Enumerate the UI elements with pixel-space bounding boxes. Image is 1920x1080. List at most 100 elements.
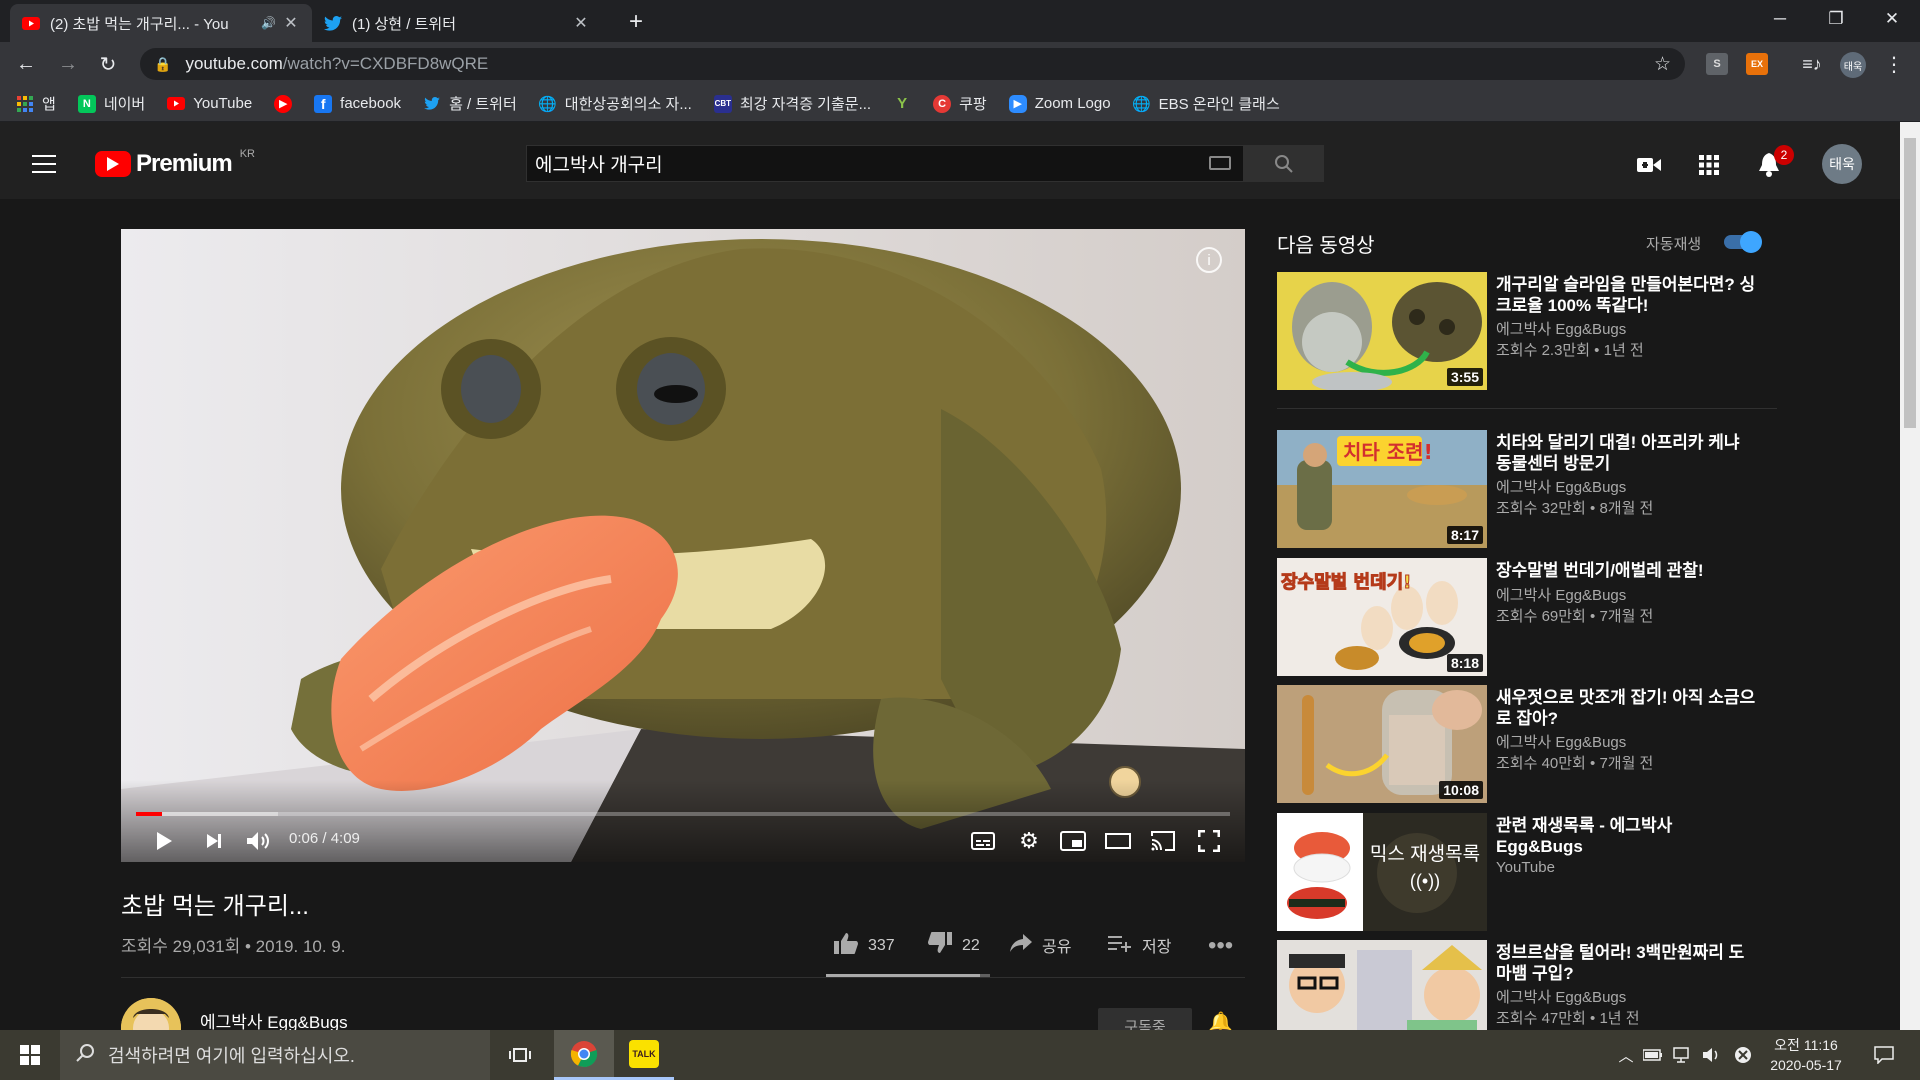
search-button[interactable] — [1244, 145, 1324, 182]
recommendation-channel[interactable]: 에그박사 Egg&Bugs — [1496, 986, 1626, 1007]
subscribe-button[interactable]: 구독중 — [1098, 1008, 1192, 1036]
autoplay-toggle[interactable] — [1724, 231, 1762, 253]
progress-bar[interactable] — [136, 812, 1230, 816]
dislike-button[interactable]: 22 — [928, 932, 980, 960]
fullscreen-icon[interactable] — [1192, 823, 1226, 859]
more-actions-icon[interactable]: ••• — [1208, 932, 1233, 960]
recommendation-title[interactable]: 관련 재생목록 - 에그박사 Egg&Bugs — [1496, 815, 1756, 857]
recommendation-title[interactable]: 개구리알 슬라임을 만들어본다면? 싱크로율 100% 똑같다! — [1496, 274, 1756, 316]
bookmark-apps[interactable]: 앱 — [16, 93, 56, 114]
miniplayer-icon[interactable] — [1056, 823, 1090, 859]
recommendation-title[interactable]: 장수말벌 번데기/애벌레 관찰! — [1496, 560, 1756, 581]
bookmark-ebs[interactable]: 🌐 EBS 온라인 클래스 — [1132, 93, 1280, 114]
create-video-icon[interactable] — [1634, 150, 1664, 180]
recommendation-title[interactable]: 치타와 달리기 대결! 아프리카 케냐 동물센터 방문기 — [1496, 432, 1756, 474]
account-avatar[interactable]: 태욱 — [1822, 144, 1862, 184]
channel-bell-icon[interactable]: 🔔 — [1208, 1010, 1238, 1030]
reload-icon[interactable]: ↻ — [92, 48, 124, 80]
save-button[interactable]: 저장 — [1108, 932, 1171, 958]
bookmark-youtube[interactable]: YouTube — [167, 95, 252, 113]
tab-close-icon[interactable]: ✕ — [572, 13, 590, 33]
bookmark-twitter[interactable]: 홈 / 트위터 — [423, 93, 517, 114]
video-thumbnail[interactable] — [1277, 940, 1487, 1030]
network-icon[interactable] — [1670, 1030, 1696, 1080]
bookmark-red-circle[interactable]: ▶ — [274, 94, 293, 113]
recommendation-item[interactable]: 정브르샵을 털어라! 3백만원짜리 도마뱀 구입? 에그박사 Egg&Bugs … — [1277, 940, 1777, 1030]
extension-s-icon[interactable]: S — [1706, 53, 1728, 75]
maximize-icon[interactable]: ❐ — [1808, 0, 1864, 38]
video-thumbnail[interactable]: 3:55 — [1277, 272, 1487, 390]
recommendation-item[interactable]: 장수말벌 번데기! 8:18 장수말벌 번데기/애벌레 관찰! 에그박사 Egg… — [1277, 558, 1777, 678]
theater-mode-icon[interactable] — [1101, 823, 1135, 859]
bookmark-cbt[interactable]: CBT 최강 자격증 기출문... — [713, 93, 871, 114]
mix-playlist-thumbnail[interactable]: 믹스 재생목록 ((•)) — [1277, 813, 1487, 931]
recommendation-channel[interactable]: 에그박사 Egg&Bugs — [1496, 731, 1626, 752]
extension-ex-icon[interactable]: EX — [1746, 53, 1768, 75]
action-center-icon[interactable] — [1864, 1030, 1904, 1080]
info-icon[interactable]: i — [1196, 247, 1222, 273]
apps-grid-icon[interactable] — [1694, 150, 1724, 180]
video-thumbnail[interactable]: 장수말벌 번데기! 8:18 — [1277, 558, 1487, 676]
recommendation-item[interactable]: 치타 조련! 8:17 치타와 달리기 대결! 아프리카 케냐 동물센터 방문기… — [1277, 430, 1777, 550]
task-view-icon[interactable] — [490, 1030, 550, 1080]
back-arrow-icon[interactable]: ← — [10, 48, 42, 80]
tray-overflow-chevron-icon[interactable]: ︿ — [1614, 1030, 1638, 1080]
forward-arrow-icon[interactable]: → — [52, 48, 84, 80]
bookmark-korcham[interactable]: 🌐 대한상공회의소 자... — [538, 93, 691, 114]
scrollbar-thumb[interactable] — [1904, 138, 1916, 428]
bookmark-facebook[interactable]: f facebook — [314, 94, 401, 113]
subtitles-icon[interactable] — [966, 823, 1000, 859]
like-button[interactable]: 337 — [834, 932, 895, 960]
chrome-menu-icon[interactable]: ⋮ — [1878, 48, 1910, 80]
recommendation-channel[interactable]: 에그박사 Egg&Bugs — [1496, 318, 1626, 339]
bookmark-zoom[interactable]: ▶ Zoom Logo — [1008, 94, 1111, 113]
recommendation-item[interactable]: 10:08 새우젓으로 맛조개 잡기! 아직 소금으로 잡아? 에그박사 Egg… — [1277, 685, 1777, 805]
recommendation-channel[interactable]: YouTube — [1496, 859, 1555, 876]
hamburger-menu-icon[interactable] — [32, 155, 56, 173]
next-video-icon[interactable] — [198, 823, 230, 859]
bookmark-naver[interactable]: N 네이버 — [77, 93, 145, 114]
recommendation-channel[interactable]: 에그박사 Egg&Bugs — [1496, 476, 1626, 497]
bookmark-coupang[interactable]: C 쿠팡 — [933, 93, 987, 114]
keyboard-icon[interactable] — [1209, 156, 1231, 170]
cast-icon[interactable] — [1146, 823, 1180, 859]
up-next-heading: 다음 동영상 — [1277, 235, 1375, 257]
recommendation-title[interactable]: 정브르샵을 털어라! 3백만원짜리 도마뱀 구입? — [1496, 942, 1756, 984]
tab-youtube[interactable]: (2) 초밥 먹는 개구리... - You 🔊 ✕ — [10, 4, 312, 42]
channel-avatar[interactable] — [121, 998, 181, 1030]
share-button[interactable]: 공유 — [1010, 932, 1071, 958]
kakaotalk-taskbar-icon[interactable]: TALK — [614, 1030, 674, 1080]
settings-gear-icon[interactable]: ⚙ — [1012, 823, 1046, 859]
recommendation-title[interactable]: 새우젓으로 맛조개 잡기! 아직 소금으로 잡아? — [1496, 687, 1756, 729]
system-clock[interactable]: 오전 11:16 2020-05-17 — [1760, 1035, 1852, 1075]
media-control-icon[interactable]: ≡♪ — [1796, 48, 1828, 80]
profile-avatar[interactable]: 태욱 — [1840, 52, 1866, 78]
notification-off-icon[interactable] — [1730, 1030, 1756, 1080]
volume-icon[interactable] — [243, 823, 275, 859]
audio-playing-icon[interactable]: 🔊 — [261, 16, 276, 30]
volume-tray-icon[interactable] — [1700, 1030, 1726, 1080]
new-tab-icon[interactable]: + — [620, 6, 652, 38]
close-window-icon[interactable]: ✕ — [1864, 0, 1920, 38]
video-thumbnail[interactable]: 치타 조련! 8:17 — [1277, 430, 1487, 548]
tab-close-icon[interactable]: ✕ — [282, 13, 300, 33]
battery-icon[interactable] — [1640, 1030, 1666, 1080]
bookmark-star-icon[interactable]: ☆ — [1654, 53, 1671, 76]
bookmark-y[interactable]: Y — [893, 95, 911, 113]
recommendation-item[interactable]: 믹스 재생목록 ((•)) 관련 재생목록 - 에그박사 Egg&Bugs Yo… — [1277, 813, 1777, 933]
recommendation-channel[interactable]: 에그박사 Egg&Bugs — [1496, 584, 1626, 605]
play-icon[interactable] — [148, 823, 180, 859]
tab-twitter[interactable]: (1) 상현 / 트위터 ✕ — [312, 4, 602, 42]
taskbar-search-input[interactable]: 검색하려면 여기에 입력하십시오. — [60, 1030, 490, 1080]
search-input[interactable]: 에그박사 개구리 — [526, 145, 1244, 182]
minimize-icon[interactable]: ─ — [1752, 0, 1808, 38]
video-thumbnail[interactable]: 10:08 — [1277, 685, 1487, 803]
dislike-count: 22 — [962, 937, 980, 954]
youtube-premium-logo[interactable]: Premium KR — [95, 148, 255, 178]
address-bar[interactable]: 🔒 youtube.com/watch?v=CXDBFD8wQRE ☆ — [140, 48, 1685, 80]
recommendation-item[interactable]: 3:55 개구리알 슬라임을 만들어본다면? 싱크로율 100% 똑같다! 에그… — [1277, 272, 1777, 392]
windows-start-icon[interactable] — [0, 1030, 60, 1080]
chrome-taskbar-icon[interactable] — [554, 1030, 614, 1080]
video-player[interactable] — [121, 229, 1245, 862]
bookmark-label: EBS 온라인 클래스 — [1158, 96, 1280, 113]
